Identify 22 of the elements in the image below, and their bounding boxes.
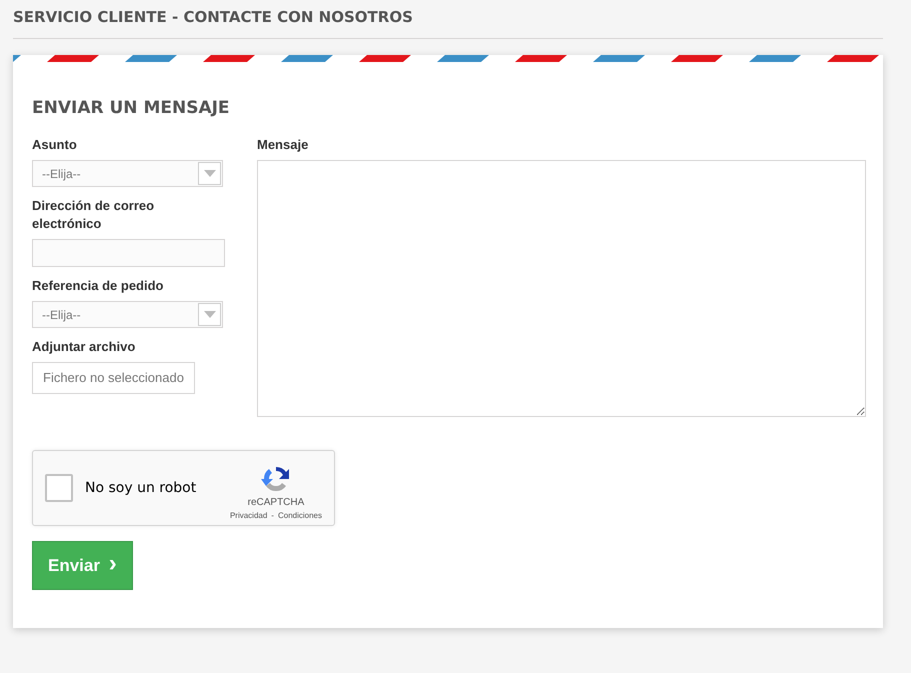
field-label: Asunto <box>32 136 78 154</box>
captcha-checkbox[interactable] <box>45 474 73 502</box>
page-title: SERVICIO CLIENTE - CONTACTE CON NOSOTROS <box>13 8 414 28</box>
captcha-label: No soy un robot <box>85 478 196 498</box>
file-field[interactable]: Fichero no seleccionado <box>32 362 195 394</box>
email-field[interactable] <box>32 239 225 268</box>
caret-icon <box>204 311 216 318</box>
select-field[interactable]: --Elija-- <box>32 160 223 188</box>
select-field[interactable]: --Elija-- <box>32 301 223 328</box>
link-separator: - <box>271 510 274 522</box>
field-label: Referencia de pedido <box>32 277 164 296</box>
send-button[interactable]: Enviar › <box>32 541 133 590</box>
chevron-icon: › <box>108 550 117 578</box>
recaptcha-label: reCAPTCHA <box>248 496 304 510</box>
terms-link[interactable]: Condiciones <box>278 510 322 522</box>
field-label: Adjuntar archivo <box>32 338 136 356</box>
form-heading: ENVIAR UN MENSAJE <box>32 98 231 118</box>
field-label: Dirección de correo electrónico <box>32 197 156 234</box>
privacy-link[interactable]: Privacidad <box>230 510 268 522</box>
caret-icon <box>204 170 216 178</box>
field-label: Mensaje <box>257 136 310 154</box>
message-field[interactable] <box>257 160 866 418</box>
